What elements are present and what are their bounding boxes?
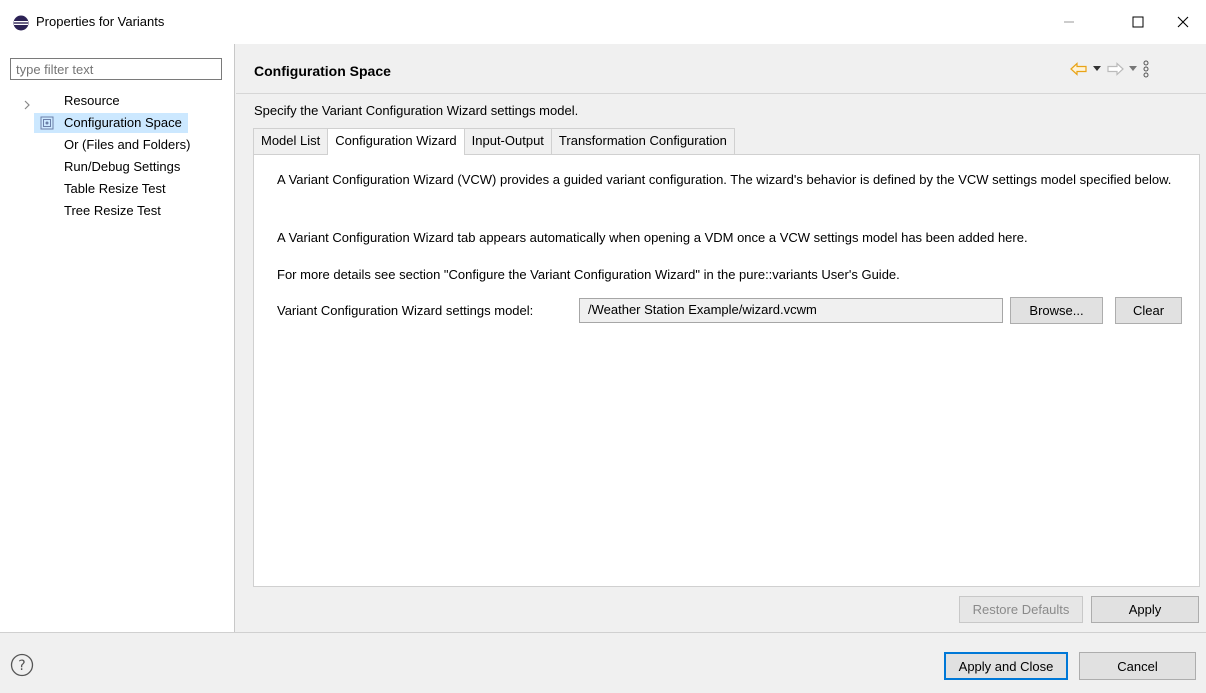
history-nav <box>1070 60 1150 78</box>
close-window-button[interactable] <box>1160 0 1206 44</box>
page-description: Specify the Variant Configuration Wizard… <box>254 103 579 118</box>
minimize-icon <box>1064 21 1074 23</box>
back-arrow-icon[interactable] <box>1070 62 1088 76</box>
window-title: Properties for Variants <box>36 14 165 29</box>
tree-item-configuration-space[interactable]: Configuration Space <box>34 113 188 133</box>
browse-button[interactable]: Browse... <box>1010 297 1103 324</box>
svg-text:?: ? <box>18 658 25 674</box>
apply-button[interactable]: Apply <box>1091 596 1199 623</box>
dialog-button-bar: ? Apply and Close Cancel <box>0 632 1206 693</box>
settings-model-label: Variant Configuration Wizard settings mo… <box>277 303 534 318</box>
apply-and-close-button[interactable]: Apply and Close <box>944 652 1068 680</box>
maximize-icon <box>1132 16 1144 28</box>
restore-defaults-button[interactable]: Restore Defaults <box>959 596 1083 623</box>
chevron-right-icon[interactable] <box>22 98 32 112</box>
forward-dropdown-icon[interactable] <box>1129 66 1137 72</box>
tree-item-label: Table Resize Test <box>64 181 166 196</box>
property-page-tree: Resource Configuration Space Or (Files a… <box>0 44 235 632</box>
tab-configuration-wizard[interactable]: Configuration Wizard <box>327 128 465 155</box>
tab-transformation-configuration[interactable]: Transformation Configuration <box>550 128 735 154</box>
tree-item-label: Or (Files and Folders) <box>64 137 191 152</box>
clear-button[interactable]: Clear <box>1115 297 1182 324</box>
tab-note-text: A Variant Configuration Wizard tab appea… <box>277 230 1028 245</box>
filter-input[interactable] <box>10 58 222 80</box>
property-page: Configuration Space Specify the Variant … <box>236 44 1206 632</box>
tree-item-label: Run/Debug Settings <box>64 159 181 174</box>
tree-item-tree-resize-test[interactable]: Tree Resize Test <box>64 201 161 221</box>
title-bar: Properties for Variants <box>0 0 1206 44</box>
maximize-button[interactable] <box>1115 0 1161 44</box>
tab-model-list[interactable]: Model List <box>253 128 329 154</box>
help-icon[interactable]: ? <box>10 653 34 677</box>
tree-item-or-files-folders[interactable]: Or (Files and Folders) <box>64 135 190 155</box>
page-header: Configuration Space <box>236 44 1206 94</box>
close-icon <box>1177 16 1189 28</box>
details-text: For more details see section "Configure … <box>277 267 900 282</box>
tree-item-resource[interactable]: Resource <box>64 91 120 111</box>
tree-item-label: Tree Resize Test <box>64 203 161 218</box>
settings-model-field[interactable]: /Weather Station Example/wizard.vcwm <box>579 298 1003 323</box>
view-menu-icon[interactable] <box>1142 60 1150 78</box>
configuration-space-icon <box>40 116 54 130</box>
eclipse-app-icon <box>13 15 29 31</box>
tree-item-run-debug-settings[interactable]: Run/Debug Settings <box>64 157 180 177</box>
minimize-button[interactable] <box>1046 0 1092 44</box>
back-dropdown-icon[interactable] <box>1093 66 1101 72</box>
intro-text: A Variant Configuration Wizard (VCW) pro… <box>277 172 1172 187</box>
forward-arrow-icon[interactable] <box>1106 62 1124 76</box>
cancel-button[interactable]: Cancel <box>1079 652 1196 680</box>
tab-input-output[interactable]: Input-Output <box>463 128 552 154</box>
tree-item-label: Resource <box>64 93 120 108</box>
page-title: Configuration Space <box>254 63 391 79</box>
tree-item-table-resize-test[interactable]: Table Resize Test <box>64 179 166 199</box>
tab-folder: Model List Configuration Wizard Input-Ou… <box>253 128 735 155</box>
configuration-wizard-panel: A Variant Configuration Wizard (VCW) pro… <box>253 154 1200 587</box>
tree-item-label: Configuration Space <box>64 115 182 130</box>
